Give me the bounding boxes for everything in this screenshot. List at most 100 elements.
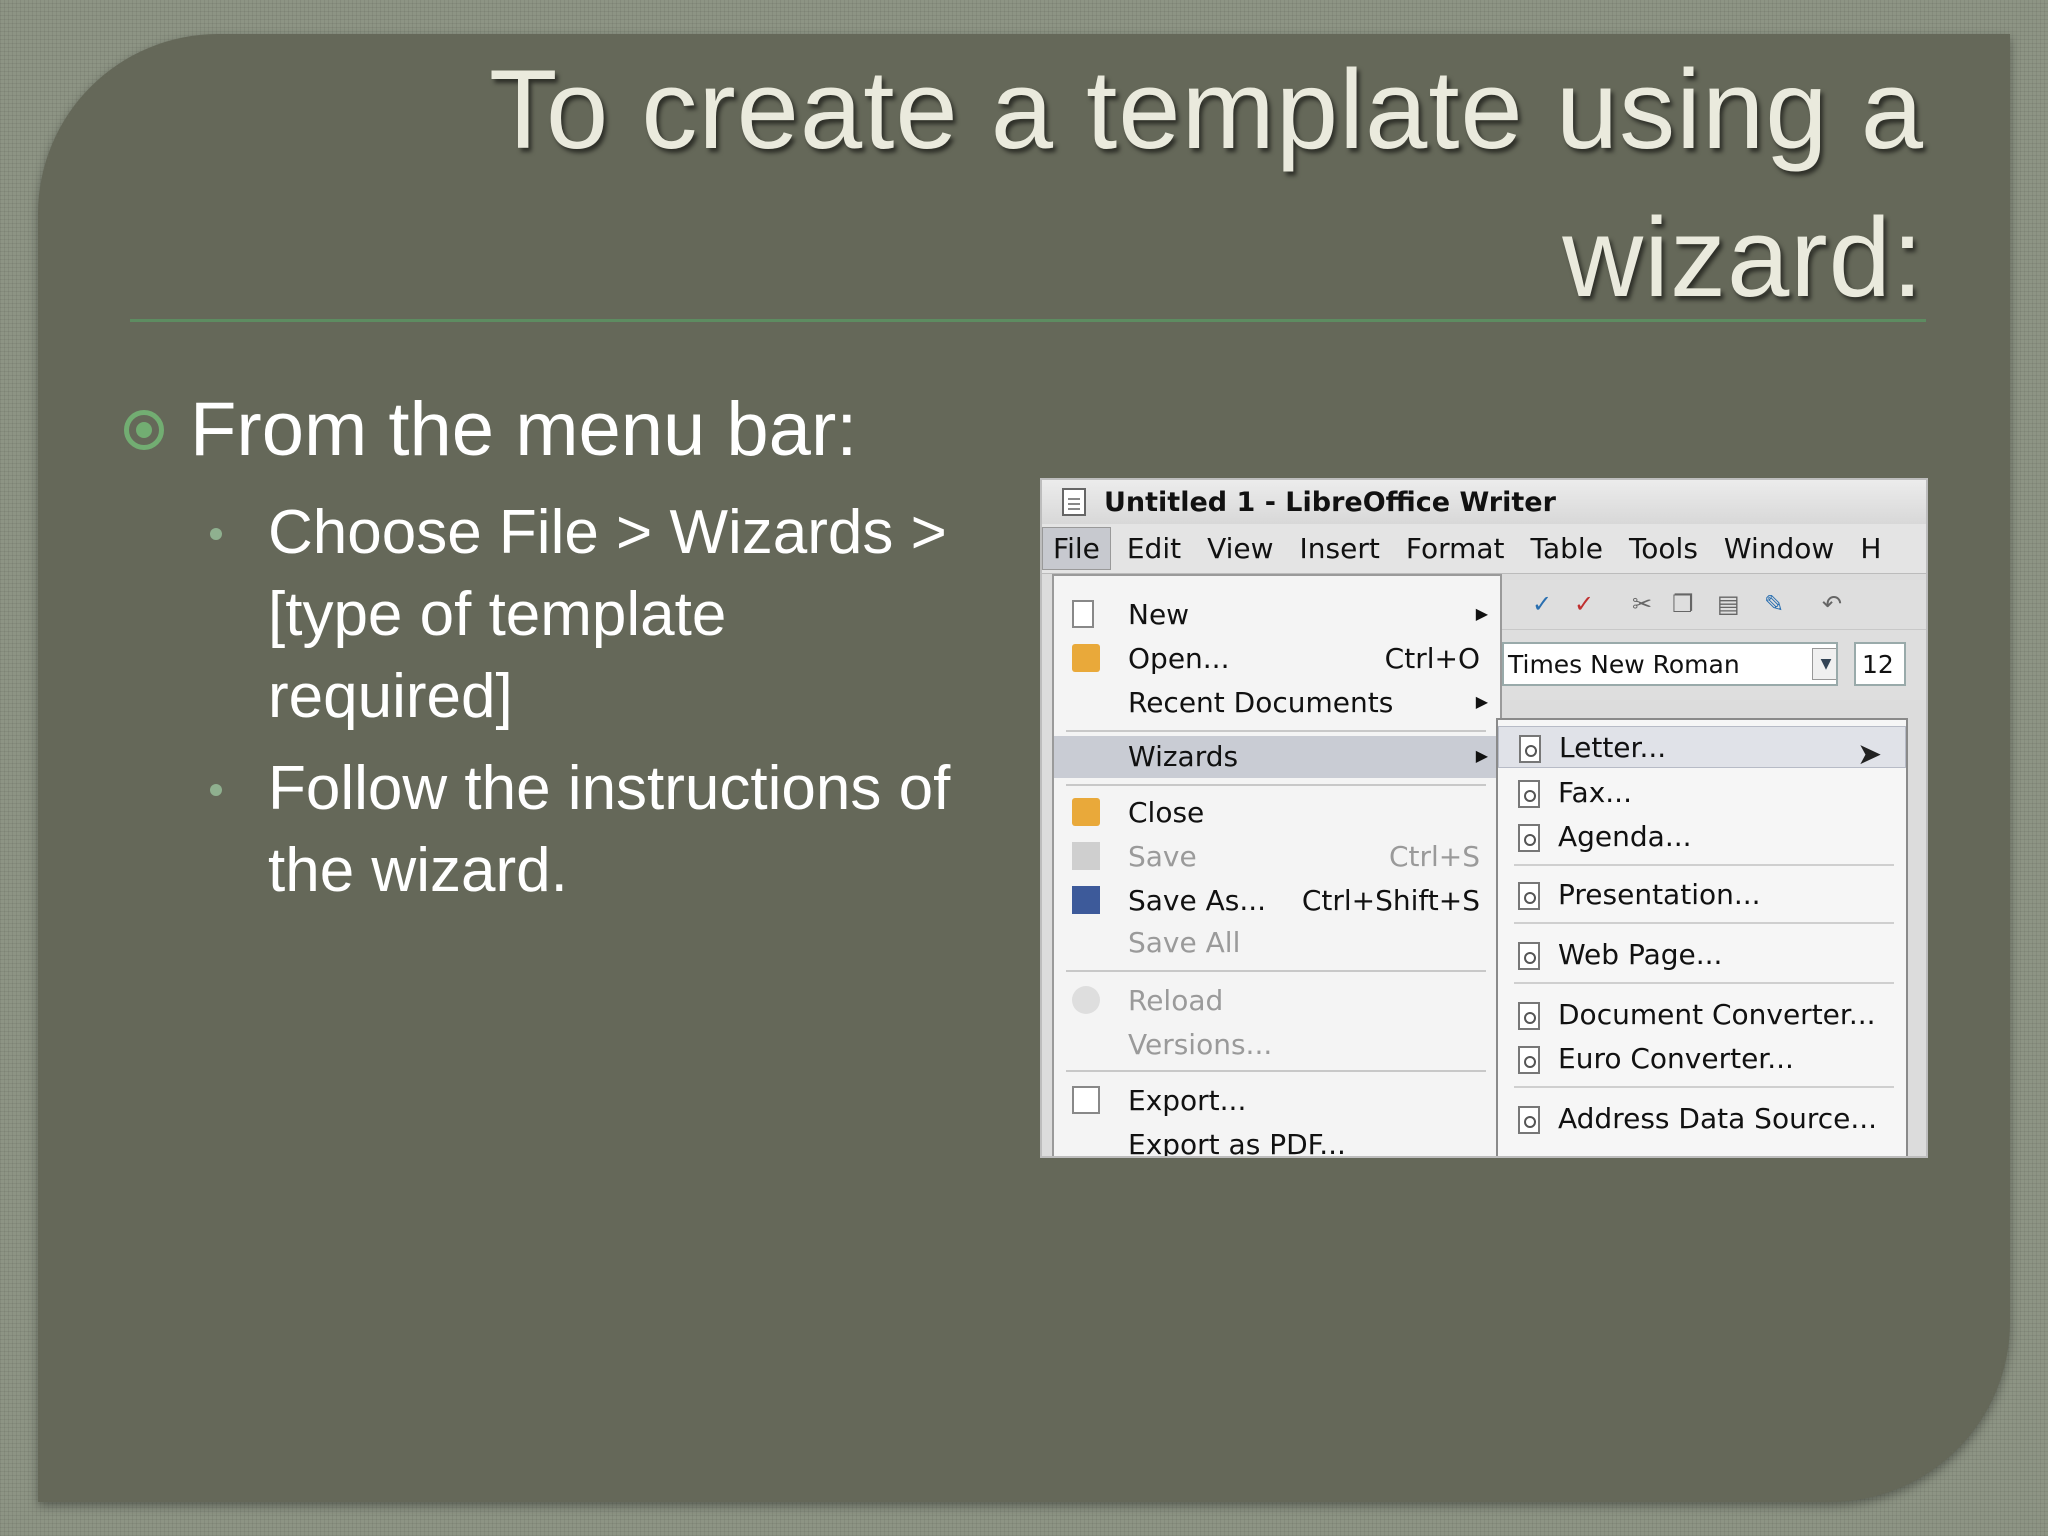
- menubar: File Edit View Insert Format Table Tools…: [1042, 524, 1926, 574]
- window-titlebar: Untitled 1 - LibreOffice Writer: [1042, 480, 1926, 524]
- menu-separator: [1066, 970, 1486, 972]
- file-menu-save[interactable]: Save Ctrl+S: [1054, 836, 1500, 878]
- mouse-pointer-icon: ➤: [1857, 737, 1883, 772]
- wizard-document-icon: [1518, 1106, 1540, 1134]
- submenu-arrow-icon: ▶: [1475, 746, 1488, 765]
- menu-label: Export as PDF...: [1128, 1128, 1346, 1158]
- menu-window[interactable]: Window: [1714, 528, 1844, 569]
- close-document-icon: [1072, 798, 1100, 826]
- bullet-level2-text: Choose File > Wizards > [type of templat…: [268, 498, 947, 731]
- wizard-web-page[interactable]: Web Page...: [1498, 934, 1906, 976]
- export-icon: [1072, 1086, 1100, 1114]
- menu-label: Wizards: [1128, 740, 1239, 773]
- spellcheck-icon[interactable]: ✓: [1532, 590, 1552, 618]
- wizard-document-icon: [1518, 1046, 1540, 1074]
- wizard-presentation[interactable]: Presentation...: [1498, 874, 1906, 916]
- menu-separator: [1514, 982, 1894, 984]
- paste-icon[interactable]: ▤: [1717, 590, 1740, 618]
- new-document-icon: [1072, 600, 1094, 628]
- menu-help[interactable]: H: [1850, 528, 1891, 569]
- wizard-document-icon: [1518, 882, 1540, 910]
- menu-label: Presentation...: [1558, 878, 1761, 911]
- file-menu-recent[interactable]: Recent Documents ▶: [1054, 682, 1500, 724]
- clone-formatting-icon[interactable]: ✎: [1764, 590, 1784, 618]
- file-menu-close[interactable]: Close: [1054, 792, 1500, 834]
- menu-label: Recent Documents: [1128, 686, 1394, 719]
- font-name-value: Times New Roman: [1508, 650, 1740, 679]
- slide-title: To create a template using a wizard:: [488, 47, 1924, 320]
- bullet-level1-text: From the menu bar:: [190, 387, 858, 472]
- menu-shortcut: Ctrl+O: [1384, 642, 1480, 675]
- file-menu-wizards[interactable]: Wizards ▶: [1054, 736, 1500, 778]
- undo-icon[interactable]: ↶: [1822, 590, 1842, 618]
- menu-label: Save: [1128, 840, 1197, 873]
- wizard-document-icon: [1518, 824, 1540, 852]
- menu-format[interactable]: Format: [1396, 528, 1515, 569]
- menu-insert[interactable]: Insert: [1290, 528, 1390, 569]
- file-menu-export-pdf[interactable]: Export as PDF...: [1054, 1124, 1500, 1158]
- file-menu-open[interactable]: Open... Ctrl+O: [1054, 638, 1500, 680]
- bullet-level2-text: Follow the instructions of the wizard.: [268, 754, 951, 905]
- wizard-fax[interactable]: Fax...: [1498, 772, 1906, 814]
- wizard-document-icon: [1518, 1002, 1540, 1030]
- file-menu: New ▶ Open... Ctrl+O Recent Documents ▶ …: [1052, 574, 1502, 1158]
- circled-dot-icon: [124, 410, 164, 450]
- file-menu-new[interactable]: New ▶: [1054, 594, 1500, 636]
- menu-separator: [1066, 730, 1486, 732]
- save-icon: [1072, 842, 1100, 870]
- menu-file[interactable]: File: [1042, 527, 1111, 570]
- menu-view[interactable]: View: [1197, 528, 1283, 569]
- submenu-arrow-icon: ▶: [1475, 604, 1488, 623]
- file-menu-versions[interactable]: Versions...: [1054, 1024, 1500, 1066]
- reload-icon: [1072, 986, 1100, 1014]
- bullet-level1: From the menu bar:: [124, 382, 857, 478]
- menu-label: Export...: [1128, 1084, 1247, 1117]
- file-menu-export[interactable]: Export...: [1054, 1080, 1500, 1122]
- wizard-address-data-source[interactable]: Address Data Source...: [1498, 1098, 1906, 1140]
- menu-label: Web Page...: [1558, 938, 1723, 971]
- file-menu-save-all[interactable]: Save All: [1054, 922, 1500, 964]
- wizards-submenu: Letter... ➤ Fax... Agenda... Presentatio…: [1496, 718, 1908, 1156]
- menu-label: Save As...: [1128, 884, 1267, 917]
- menu-label: Reload: [1128, 984, 1224, 1017]
- formatting-toolbar: Times New Roman ▼ 12: [1502, 630, 1926, 700]
- menu-label: Save All: [1128, 926, 1241, 959]
- submenu-arrow-icon: ▶: [1475, 692, 1488, 711]
- menu-separator: [1066, 784, 1486, 786]
- menu-label: Letter...: [1559, 731, 1667, 764]
- menu-label: Euro Converter...: [1558, 1042, 1794, 1075]
- bullet-dot-icon: [210, 784, 222, 796]
- file-menu-save-as[interactable]: Save As... Ctrl+Shift+S: [1054, 880, 1500, 922]
- menu-label: Agenda...: [1558, 820, 1692, 853]
- menu-label: Address Data Source...: [1558, 1102, 1878, 1135]
- menu-shortcut: Ctrl+Shift+S: [1301, 884, 1480, 917]
- file-menu-reload[interactable]: Reload: [1054, 980, 1500, 1022]
- document-icon: [1062, 488, 1086, 516]
- menu-label: Open...: [1128, 642, 1230, 675]
- menu-table[interactable]: Table: [1521, 528, 1613, 569]
- menu-shortcut: Ctrl+S: [1388, 840, 1480, 873]
- wizard-document-converter[interactable]: Document Converter...: [1498, 994, 1906, 1036]
- menu-separator: [1514, 1086, 1894, 1088]
- font-name-field[interactable]: Times New Roman ▼: [1502, 642, 1838, 686]
- open-folder-icon: [1072, 644, 1100, 672]
- menu-edit[interactable]: Edit: [1117, 528, 1191, 569]
- autospellcheck-icon[interactable]: ✓: [1574, 590, 1594, 618]
- menu-label: New: [1128, 598, 1190, 631]
- wizard-agenda[interactable]: Agenda...: [1498, 816, 1906, 858]
- menu-label: Versions...: [1128, 1028, 1273, 1061]
- menu-label: Close: [1128, 796, 1205, 829]
- wizard-letter[interactable]: Letter... ➤: [1498, 726, 1906, 772]
- wizard-document-icon: [1518, 780, 1540, 808]
- menu-tools[interactable]: Tools: [1619, 528, 1708, 569]
- menu-separator: [1514, 864, 1894, 866]
- menu-label: Document Converter...: [1558, 998, 1876, 1031]
- copy-icon[interactable]: ❐: [1672, 590, 1694, 618]
- chevron-down-icon[interactable]: ▼: [1812, 648, 1836, 680]
- wizard-document-icon: [1519, 735, 1541, 763]
- font-size-field[interactable]: 12: [1854, 642, 1906, 686]
- window-title: Untitled 1 - LibreOffice Writer: [1104, 486, 1556, 518]
- wizard-euro-converter[interactable]: Euro Converter...: [1498, 1038, 1906, 1080]
- bullet-dot-icon: [210, 528, 222, 540]
- cut-icon[interactable]: ✂: [1632, 590, 1652, 618]
